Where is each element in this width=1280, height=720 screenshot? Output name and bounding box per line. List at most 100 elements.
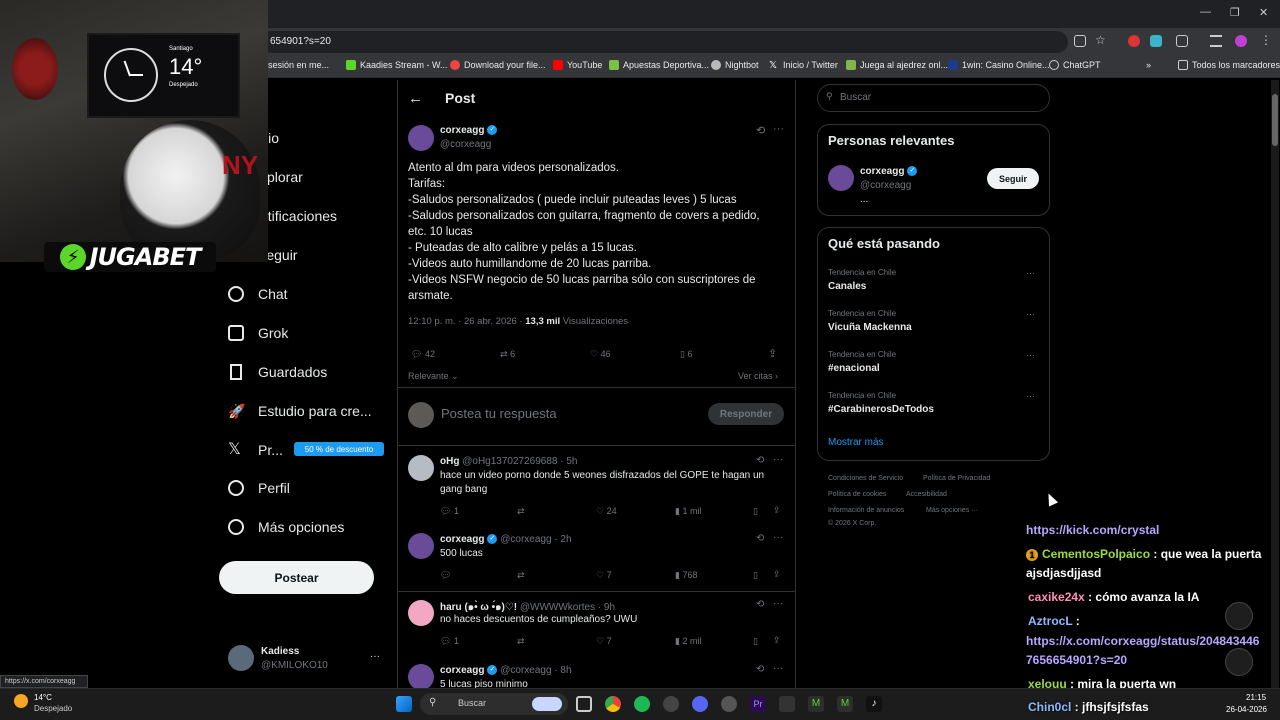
bookmark-icon[interactable]: ▯	[753, 570, 758, 581]
taskbar-time[interactable]: 21:15	[1246, 693, 1266, 702]
close-icon[interactable]: ✕	[1259, 6, 1268, 19]
repost-action[interactable]: ⇄	[517, 570, 525, 581]
reply-avatar[interactable]	[408, 600, 434, 626]
app-icon[interactable]	[663, 696, 679, 712]
app-icon-2[interactable]	[779, 696, 795, 712]
taskbar-date[interactable]: 26-04-2026	[1226, 705, 1267, 714]
relevant-name[interactable]: corxeagg ✓	[860, 166, 918, 177]
nav-chat[interactable]: Chat	[228, 286, 288, 302]
like-action[interactable]: ♡ 7	[596, 570, 612, 581]
back-arrow-icon[interactable]: ←	[408, 90, 423, 107]
scrollbar-thumb[interactable]	[1272, 94, 1278, 146]
star-icon[interactable]: ☆	[1095, 33, 1107, 47]
app-icon-4[interactable]: M	[837, 696, 853, 712]
reply-menu-icon[interactable]: ···	[773, 598, 783, 609]
extension-icon-2[interactable]	[1150, 35, 1162, 47]
search-input[interactable]: Buscar	[817, 84, 1050, 112]
trend-item[interactable]: #enacional	[828, 363, 880, 374]
taskbar-temp[interactable]: 14°C	[34, 693, 52, 702]
sort-dropdown[interactable]: Relevante ⌄	[408, 371, 459, 382]
bookmark-9[interactable]: ChatGPT	[1049, 60, 1101, 70]
minimize-icon[interactable]: —	[1200, 6, 1211, 18]
reply-avatar[interactable]	[408, 533, 434, 559]
reply-header[interactable]: haru (๑•̀ ω •́๑)♡! @WWWWkortes · 9h	[440, 600, 615, 615]
messages-float-icon[interactable]	[1225, 648, 1253, 676]
tab-search-icon[interactable]	[1210, 35, 1222, 47]
chrome-icon[interactable]	[605, 696, 621, 712]
bookmark-5[interactable]: Nightbot	[711, 60, 759, 70]
extension-icon[interactable]	[1128, 35, 1140, 47]
author-avatar[interactable]	[408, 125, 434, 151]
footer-link[interactable]: Condiciones de Servicio	[828, 475, 903, 482]
grok-explain-icon[interactable]: ⟲	[756, 455, 764, 466]
bookmark-4[interactable]: Apuestas Deportiva...	[609, 60, 709, 70]
reply-action[interactable]: 💬︎ 1	[440, 506, 459, 517]
trend-menu-icon[interactable]: ···	[1026, 350, 1035, 360]
menu-icon[interactable]: ⋮	[1260, 33, 1272, 47]
reply-header[interactable]: corxeagg ✓ @corxeagg · 8h	[440, 665, 572, 676]
trend-menu-icon[interactable]: ···	[1026, 391, 1035, 401]
bookmarks-overflow-icon[interactable]: »	[1146, 60, 1151, 70]
repost-action[interactable]: ⇄ 6	[500, 349, 515, 360]
share-icon[interactable]: ⇪	[768, 347, 777, 360]
nav-premium[interactable]: 𝕏 Pr...	[228, 442, 283, 459]
search-highlight-icon[interactable]	[532, 697, 562, 711]
bookmark-0[interactable]: sesión en me...	[268, 60, 329, 70]
repost-action[interactable]: ⇄	[517, 636, 525, 647]
views-stat[interactable]: ▮ 768	[675, 570, 697, 581]
weather-icon[interactable]	[14, 694, 28, 708]
views-stat[interactable]: ▮ 1 mil	[675, 506, 701, 517]
profile-avatar-icon[interactable]	[1235, 35, 1247, 47]
bookmark-1[interactable]: Kaadies Stream - W...	[346, 60, 448, 70]
discord-icon[interactable]	[692, 696, 708, 712]
scrollbar[interactable]	[1271, 80, 1279, 688]
all-bookmarks[interactable]: Todos los marcadores	[1178, 60, 1280, 70]
trend-menu-icon[interactable]: ···	[1026, 268, 1035, 278]
nav-creator-studio[interactable]: 🚀 Estudio para cre...	[228, 403, 372, 419]
relevant-avatar[interactable]	[828, 165, 854, 191]
extensions-icon[interactable]	[1176, 35, 1188, 47]
bookmark-8[interactable]: 1win: Casino Online...	[948, 60, 1050, 70]
reply-action[interactable]: 💬︎ 1	[440, 636, 459, 647]
nav-more[interactable]: Más opciones	[228, 519, 344, 535]
bookmark-7[interactable]: Juega al ajedrez onl...	[846, 60, 948, 70]
trend-item[interactable]: Vicuña Mackenna	[828, 322, 912, 333]
like-action[interactable]: ♡ 7	[596, 636, 612, 647]
like-action[interactable]: ♡ 24	[596, 506, 617, 517]
post-button[interactable]: Postear	[219, 561, 374, 594]
bookmark-3[interactable]: YouTube	[553, 60, 602, 70]
app-icon-3[interactable]: M	[808, 696, 824, 712]
repost-action[interactable]: ⇄	[517, 506, 525, 517]
reply-avatar[interactable]	[408, 455, 434, 481]
nav-notifications[interactable]: otificaciones	[260, 208, 337, 224]
share-icon[interactable]: ⇪	[773, 569, 781, 580]
grok-float-icon[interactable]	[1225, 602, 1253, 630]
premiere-icon[interactable]: Pr	[750, 696, 766, 712]
reply-menu-icon[interactable]: ···	[773, 454, 783, 465]
footer-link[interactable]: Política de Privacidad	[923, 475, 990, 482]
grok-explain-icon[interactable]: ⟲	[756, 664, 764, 675]
share-icon[interactable]: ⇪	[773, 505, 781, 516]
grok-explain-icon[interactable]: ⟲	[756, 533, 764, 544]
trend-item[interactable]: #CarabinerosDeTodos	[828, 404, 934, 415]
bookmark-icon[interactable]: ▯	[753, 506, 758, 517]
reply-action[interactable]: 💬︎ 42	[411, 349, 435, 360]
show-more-link[interactable]: Mostrar más	[828, 437, 884, 448]
reply-header[interactable]: oHg @oHg137027269688 · 5h	[440, 456, 577, 467]
author-name[interactable]: corxeagg ✓	[440, 125, 498, 136]
follow-button[interactable]: Seguir	[987, 168, 1039, 189]
bookmark-icon[interactable]: ▯	[753, 636, 758, 647]
views-stat[interactable]: ▮ 2 mil	[675, 636, 701, 647]
address-bar[interactable]: 654901?s=20	[258, 31, 1068, 53]
taskbar-condition[interactable]: Despejado	[34, 704, 72, 713]
author-handle[interactable]: @corxeagg	[440, 139, 491, 150]
bookmark-6[interactable]: 𝕏 Inicio / Twitter	[769, 60, 838, 71]
windows-start-icon[interactable]	[396, 696, 412, 712]
view-quotes-link[interactable]: Ver citas ›	[738, 371, 778, 381]
premium-discount-badge[interactable]: 50 % de descuento	[294, 442, 384, 456]
reply-menu-icon[interactable]: ···	[773, 663, 783, 674]
bookmark-2[interactable]: Download your file...	[450, 60, 546, 70]
like-action[interactable]: ♡ 46	[590, 349, 611, 360]
nav-profile[interactable]: Perfil	[228, 480, 290, 496]
obs-icon[interactable]	[721, 696, 737, 712]
